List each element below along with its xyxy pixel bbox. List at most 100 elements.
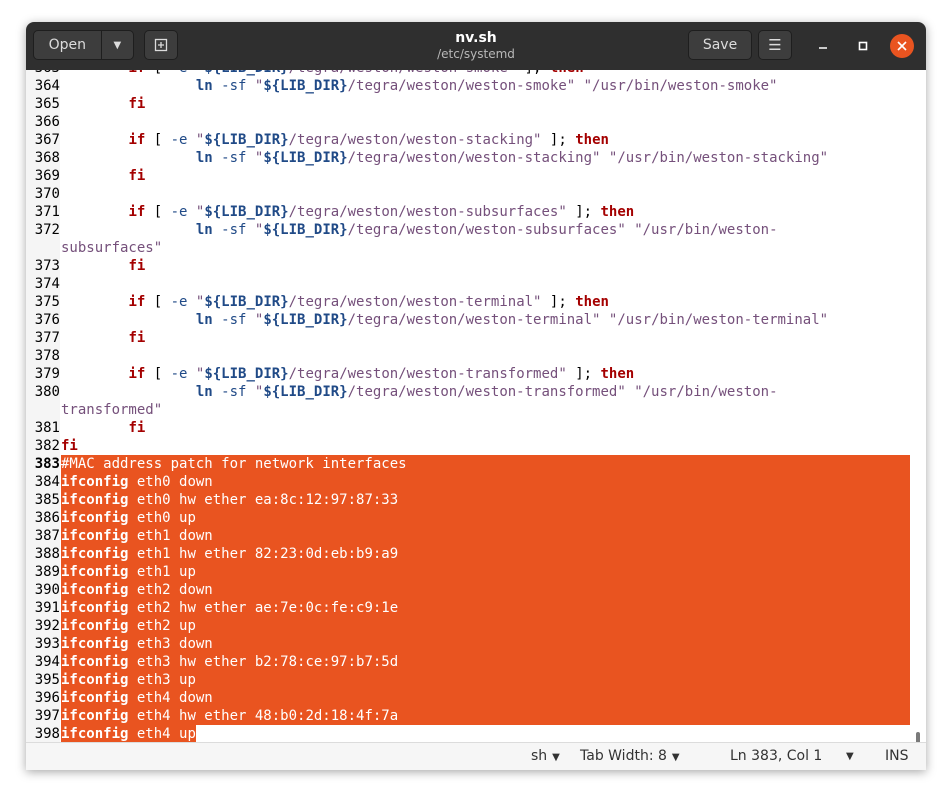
code-text: ifconfig eth4 hw ether 48:b0:2d:18:4f:7a [61, 707, 399, 725]
code-line[interactable]: 370 [26, 185, 926, 203]
line-number: 382 [26, 437, 60, 455]
status-bar: sh ▼ Tab Width: 8 ▼ Ln 383, Col 1 ▼ INS [26, 742, 926, 770]
code-line[interactable]: 397 ifconfig eth4 hw ether 48:b0:2d:18:4f… [26, 707, 926, 725]
code-text: #MAC address patch for network interface… [61, 455, 407, 473]
line-number: 374 [26, 275, 60, 293]
line-number: 391 [26, 599, 60, 617]
line-number: 394 [26, 653, 60, 671]
code-text: ln -sf "${LIB_DIR}/tegra/weston/weston-t… [195, 384, 778, 400]
editor-window: Open ▼ nv.sh /etc/systemd Save ☰ 364 ln … [26, 22, 926, 770]
code-text: ifconfig eth4 up [61, 725, 196, 742]
code-line[interactable]: 363 if [ -e "${LIB_DIR}/tegra/weston/wes… [26, 70, 926, 77]
code-line[interactable]: 388 ifconfig eth1 hw ether 82:23:0d:eb:b9… [26, 545, 926, 563]
code-line[interactable]: 367 if [ -e "${LIB_DIR}/tegra/weston/wes… [26, 131, 926, 149]
code-line[interactable]: transformed" [26, 401, 926, 419]
code-line[interactable]: 380 ln -sf "${LIB_DIR}/tegra/weston/west… [26, 383, 926, 401]
code-line[interactable]: 375 if [ -e "${LIB_DIR}/tegra/weston/wes… [26, 293, 926, 311]
minimize-button[interactable] [811, 34, 835, 58]
code-line[interactable]: 368 ln -sf "${LIB_DIR}/tegra/weston/west… [26, 149, 926, 167]
maximize-button[interactable] [851, 34, 875, 58]
code-text: fi [128, 96, 146, 112]
line-number: 386 [26, 509, 60, 527]
code-line[interactable]: 391 ifconfig eth2 hw ether ae:7e:0c:fe:c9… [26, 599, 926, 617]
code-line[interactable]: 377 fi [26, 329, 926, 347]
code-line[interactable]: 394 ifconfig eth3 hw ether b2:78:ce:97:b7… [26, 653, 926, 671]
code-line[interactable]: 382 fi [26, 437, 926, 455]
menu-button[interactable]: ☰ [758, 30, 792, 60]
code-line[interactable]: 371 if [ -e "${LIB_DIR}/tegra/weston/wes… [26, 203, 926, 221]
save-button[interactable]: Save [688, 30, 752, 60]
code-text: if [ -e "${LIB_DIR}/tegra/weston/weston-… [128, 204, 635, 220]
chevron-down-icon[interactable]: ▼ [846, 751, 854, 762]
text-editor[interactable]: 363 if [ -e "${LIB_DIR}/tegra/weston/wes… [26, 70, 926, 742]
code-text: fi [61, 438, 78, 454]
code-text: ifconfig eth2 up [61, 617, 196, 635]
code-line[interactable]: 393 ifconfig eth3 down [26, 635, 926, 653]
code-text: fi [128, 258, 146, 274]
line-number: 367 [26, 131, 60, 149]
code-line[interactable]: subsurfaces" [26, 239, 926, 257]
line-number: 384 [26, 473, 60, 491]
code-line[interactable]: 381 fi [26, 419, 926, 437]
line-number: 387 [26, 527, 60, 545]
code-text: ifconfig eth3 hw ether b2:78:ce:97:b7:5d [61, 653, 399, 671]
code-line[interactable]: 369 fi [26, 167, 926, 185]
code-text: if [ -e "${LIB_DIR}/tegra/weston/weston-… [128, 294, 609, 310]
line-number: 363 [26, 70, 60, 77]
code-line[interactable]: 392 ifconfig eth2 up [26, 617, 926, 635]
tab-width-selector[interactable]: Tab Width: 8 ▼ [580, 748, 680, 764]
code-line[interactable]: 376 ln -sf "${LIB_DIR}/tegra/weston/west… [26, 311, 926, 329]
language-selector[interactable]: sh ▼ [531, 748, 560, 764]
line-number: 380 [26, 383, 60, 401]
line-number: 377 [26, 329, 60, 347]
code-line[interactable]: 396 ifconfig eth4 down [26, 689, 926, 707]
code-line[interactable]: 366 [26, 113, 926, 131]
close-icon [897, 41, 907, 51]
close-button[interactable] [890, 34, 914, 58]
vertical-scrollbar[interactable] [916, 732, 920, 742]
code-line[interactable]: 378 [26, 347, 926, 365]
line-number: 397 [26, 707, 60, 725]
line-number [26, 239, 60, 257]
chevron-down-icon: ▼ [671, 752, 680, 763]
code-text: ifconfig eth0 up [61, 509, 196, 527]
code-text: ifconfig eth0 down [61, 473, 213, 491]
line-number: 389 [26, 563, 60, 581]
line-number: 392 [26, 617, 60, 635]
line-number: 379 [26, 365, 60, 383]
line-number: 371 [26, 203, 60, 221]
cursor-position[interactable]: Ln 383, Col 1 [730, 748, 822, 764]
line-number: 366 [26, 113, 60, 131]
code-line[interactable]: 372 ln -sf "${LIB_DIR}/tegra/weston/west… [26, 221, 926, 239]
code-line[interactable]: 383 #MAC address patch for network interf… [26, 455, 926, 473]
line-number: 388 [26, 545, 60, 563]
code-line[interactable]: 379 if [ -e "${LIB_DIR}/tegra/weston/wes… [26, 365, 926, 383]
code-text: ifconfig eth1 hw ether 82:23:0d:eb:b9:a9 [61, 545, 399, 563]
code-line[interactable]: 398 ifconfig eth4 up [26, 725, 926, 742]
insert-mode-indicator: INS [885, 748, 909, 764]
code-view[interactable]: 363 if [ -e "${LIB_DIR}/tegra/weston/wes… [26, 70, 926, 742]
line-number: 369 [26, 167, 60, 185]
line-number: 376 [26, 311, 60, 329]
code-line[interactable]: 390 ifconfig eth2 down [26, 581, 926, 599]
line-number: 390 [26, 581, 60, 599]
code-line[interactable]: 386 ifconfig eth0 up [26, 509, 926, 527]
line-number: 375 [26, 293, 60, 311]
code-line[interactable]: 373 fi [26, 257, 926, 275]
code-line[interactable]: 364 ln -sf "${LIB_DIR}/tegra/weston/west… [26, 77, 926, 95]
line-number: 383 [26, 455, 60, 473]
code-text: transformed" [61, 402, 163, 418]
line-number: 370 [26, 185, 60, 203]
code-line[interactable]: 389 ifconfig eth1 up [26, 563, 926, 581]
maximize-icon [858, 41, 868, 51]
code-text: fi [128, 420, 146, 436]
code-line[interactable]: 387 ifconfig eth1 down [26, 527, 926, 545]
code-line[interactable]: 384 ifconfig eth0 down [26, 473, 926, 491]
line-number: 381 [26, 419, 60, 437]
code-line[interactable]: 365 fi [26, 95, 926, 113]
code-line[interactable]: 395 ifconfig eth3 up [26, 671, 926, 689]
code-text: ifconfig eth2 down [61, 581, 213, 599]
code-line[interactable]: 385 ifconfig eth0 hw ether ea:8c:12:97:87… [26, 491, 926, 509]
code-text: subsurfaces" [61, 240, 163, 256]
code-line[interactable]: 374 [26, 275, 926, 293]
